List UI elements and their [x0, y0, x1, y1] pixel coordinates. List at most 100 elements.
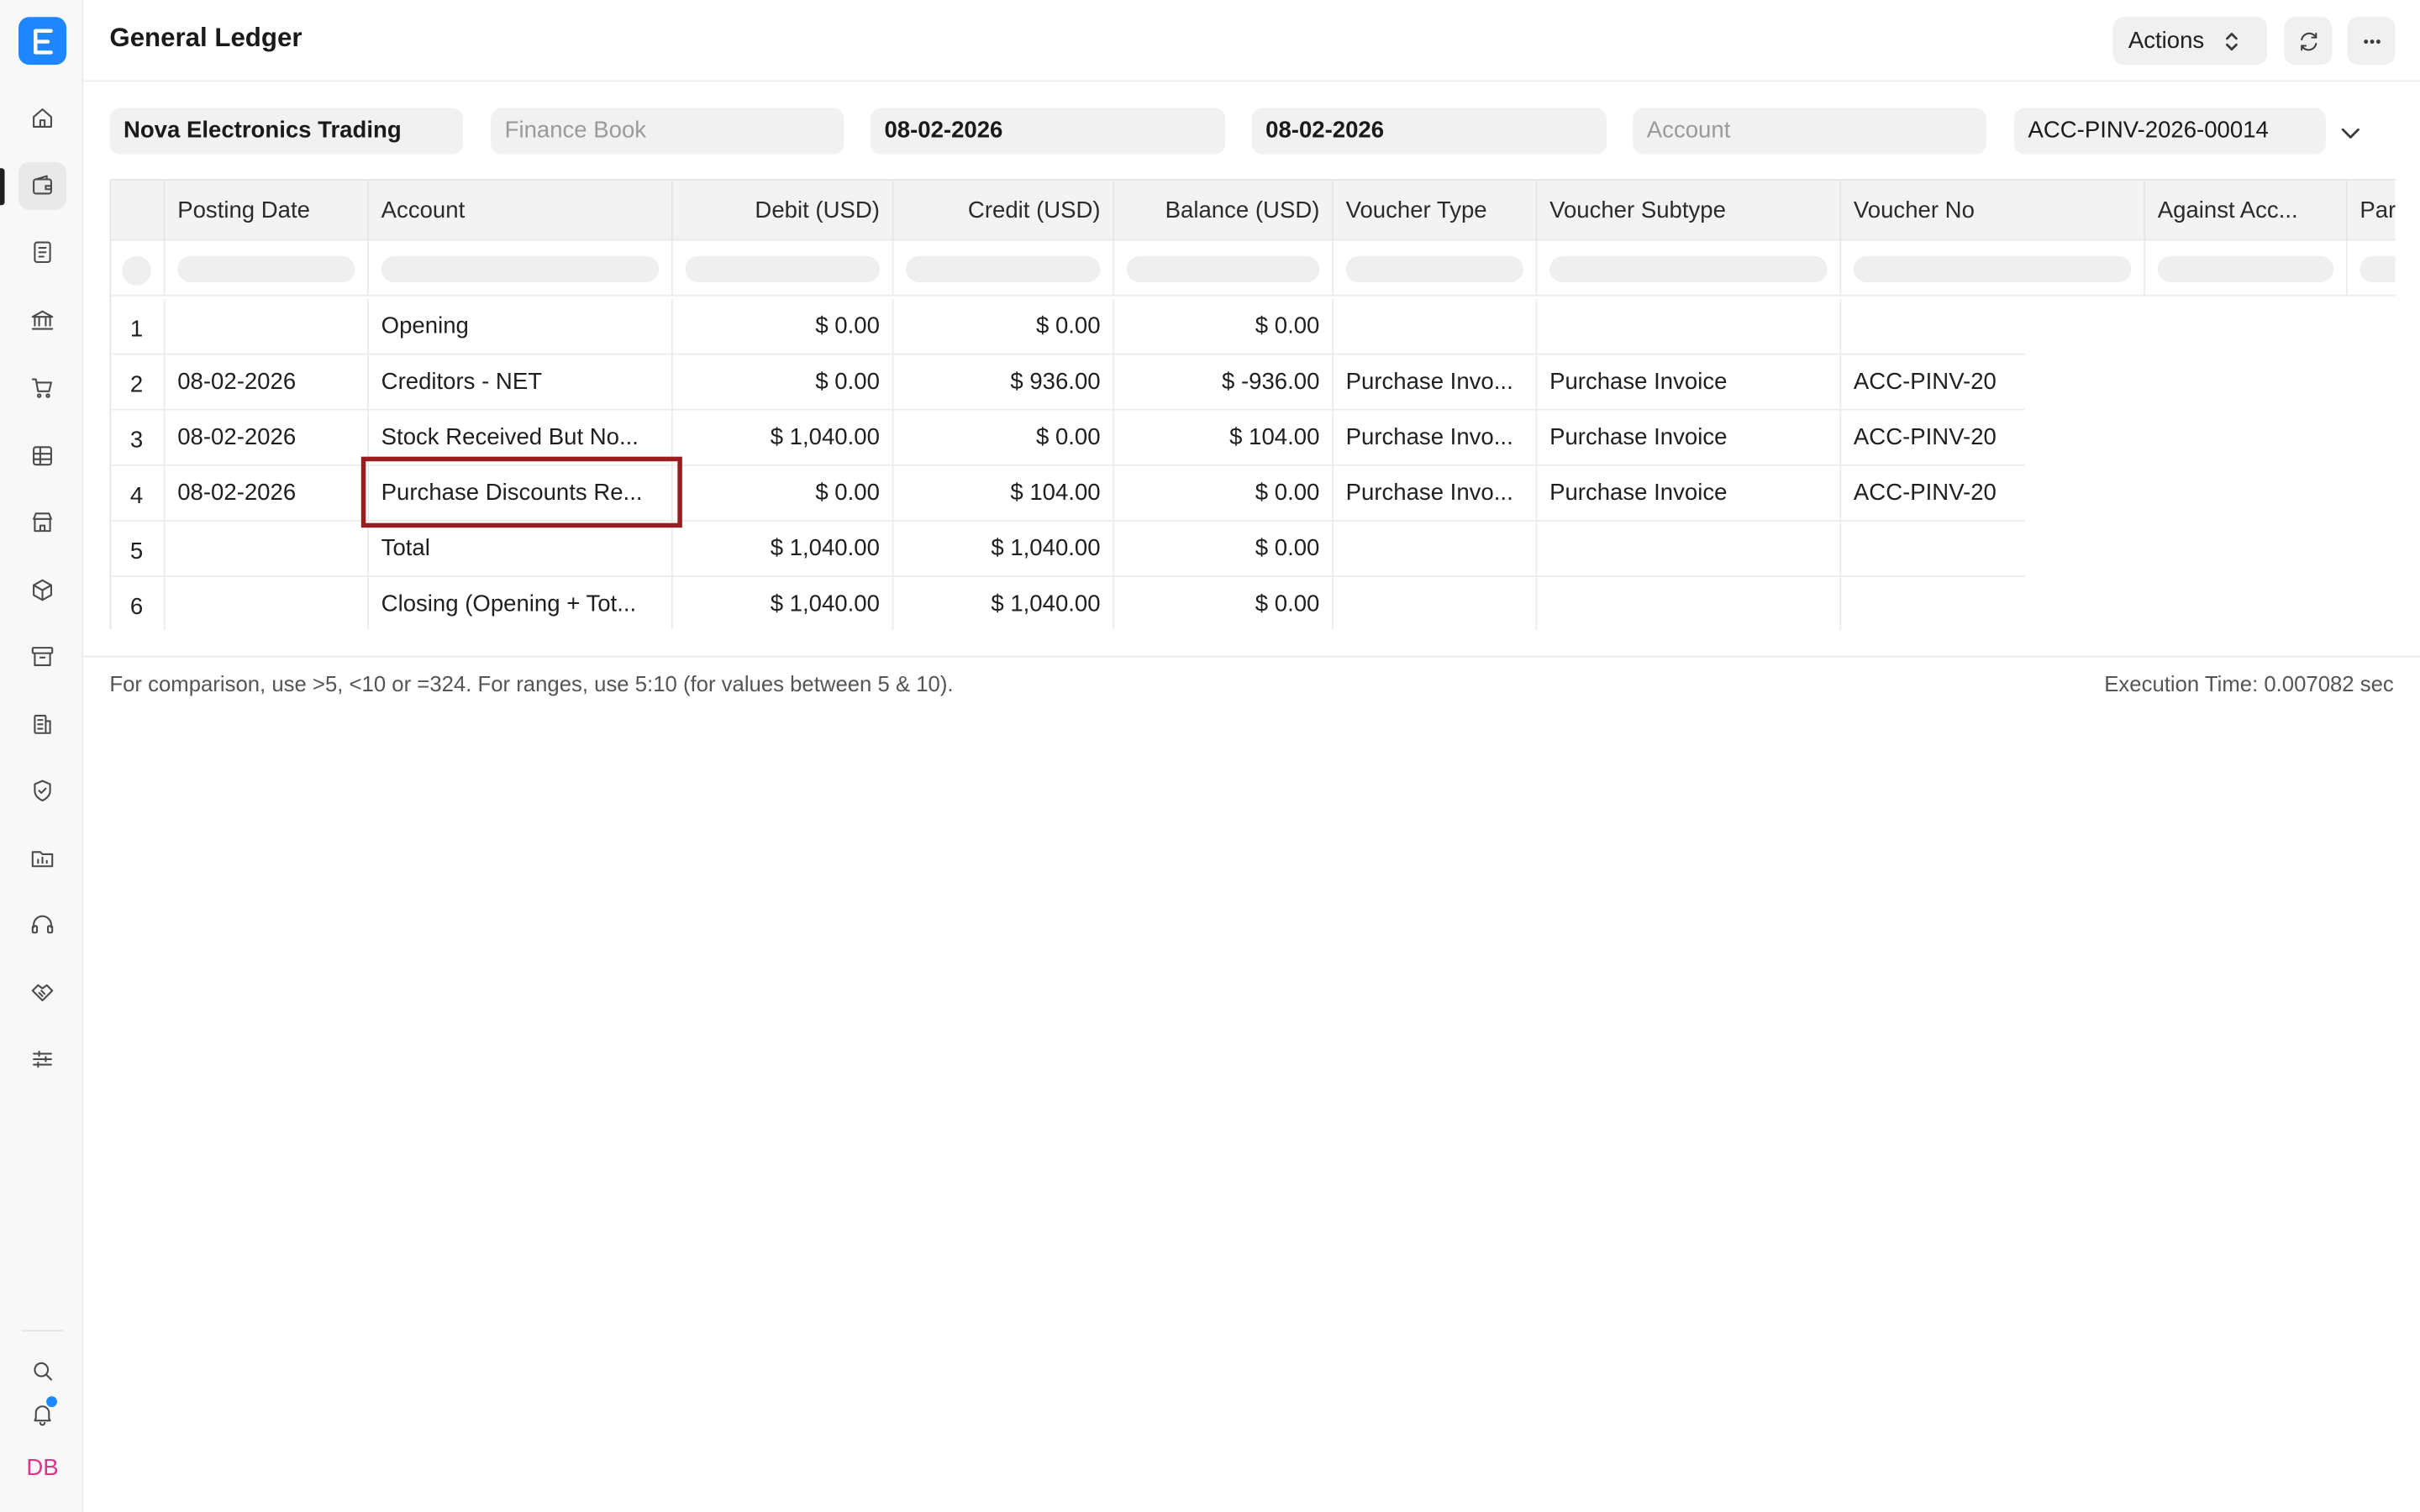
cell-credit[interactable]: $ 0.00 [893, 299, 1115, 355]
chevron-down-icon[interactable] [2338, 120, 2363, 144]
header-party[interactable]: Par [2348, 181, 2395, 242]
header-posting-date[interactable]: Posting Date [166, 180, 369, 243]
voucher-no-filter[interactable]: ACC-PINV-2026-00014 [2013, 108, 2326, 155]
cell-debit[interactable]: $ 0.00 [673, 354, 894, 411]
to-date-filter[interactable]: 08-02-2026 [1251, 108, 1607, 155]
cell-voucher-type[interactable]: Purchase Invo... [1334, 410, 1538, 466]
notifications-button[interactable] [22, 1394, 64, 1431]
cell-credit[interactable]: $ 936.00 [893, 354, 1115, 411]
cell-posting-date[interactable]: 08-02-2026 [166, 465, 369, 522]
cell-posting-date[interactable] [166, 521, 369, 577]
cell-voucher-no[interactable]: ACC-PINV-20 [1841, 411, 2025, 466]
cell-voucher-no[interactable] [1841, 522, 2025, 577]
cell-voucher-subtype[interactable]: Purchase Invoice [1537, 410, 1842, 466]
header-balance[interactable]: Balance (USD) [1114, 180, 1334, 243]
cell-voucher-type[interactable]: Purchase Invo... [1334, 354, 1538, 411]
sidebar-item-banking[interactable] [18, 297, 66, 344]
sidebar-item-support[interactable] [18, 901, 66, 949]
cell-account[interactable]: Total [369, 521, 673, 577]
filter-account[interactable] [369, 240, 673, 297]
filter-voucher-subtype[interactable] [1537, 240, 1842, 297]
filter-credit[interactable] [893, 240, 1115, 297]
filter-party[interactable] [2348, 241, 2396, 297]
sidebar-item-reports[interactable] [18, 432, 66, 480]
cell-debit[interactable]: $ 1,040.00 [673, 576, 894, 630]
more-options-button[interactable] [2347, 17, 2396, 66]
table-row[interactable]: 2 08-02-2026 Creditors - NET $ 0.00 $ 93… [109, 354, 2025, 411]
cell-balance[interactable]: $ -936.00 [1114, 354, 1334, 411]
filter-posting-date[interactable] [166, 240, 369, 297]
cell-debit[interactable]: $ 1,040.00 [673, 521, 894, 577]
table-row[interactable]: 6 Closing (Opening + Tot... $ 1,040.00 $… [109, 576, 2025, 630]
finance-book-filter[interactable]: Finance Book [491, 108, 844, 155]
cell-balance[interactable]: $ 104.00 [1114, 410, 1334, 466]
sidebar-item-accounting[interactable] [18, 161, 66, 210]
sidebar-item-quality[interactable] [18, 767, 66, 815]
sidebar-item-settings[interactable] [18, 1035, 66, 1083]
filter-checkbox[interactable] [122, 255, 152, 286]
header-credit[interactable]: Credit (USD) [893, 180, 1115, 243]
cell-debit[interactable]: $ 0.00 [673, 299, 894, 355]
filter-debit[interactable] [673, 240, 894, 297]
cell-posting-date[interactable]: 08-02-2026 [166, 354, 369, 411]
sidebar-item-selling[interactable] [18, 498, 66, 546]
from-date-filter[interactable]: 08-02-2026 [870, 108, 1226, 155]
actions-button[interactable]: Actions [2112, 17, 2268, 66]
cell-voucher-subtype[interactable] [1537, 299, 1842, 355]
cell-voucher-subtype[interactable]: Purchase Invoice [1537, 354, 1842, 411]
header-voucher-no[interactable]: Voucher No [1841, 180, 2146, 243]
sidebar-item-documents[interactable] [18, 228, 66, 276]
user-avatar[interactable]: DB [22, 1451, 64, 1488]
cell-debit[interactable]: $ 1,040.00 [673, 410, 894, 466]
header-voucher-type[interactable]: Voucher Type [1334, 180, 1538, 243]
cell-voucher-type[interactable] [1334, 299, 1538, 355]
cell-balance[interactable]: $ 0.00 [1114, 465, 1334, 522]
cell-credit[interactable]: $ 1,040.00 [893, 521, 1115, 577]
cell-balance[interactable]: $ 0.00 [1114, 299, 1334, 355]
cell-debit[interactable]: $ 0.00 [673, 465, 894, 522]
header-account[interactable]: Account [369, 180, 673, 243]
cell-account[interactable]: Opening [369, 299, 673, 355]
refresh-button[interactable] [2284, 17, 2333, 66]
cell-credit[interactable]: $ 0.00 [893, 410, 1115, 466]
sidebar-item-crm[interactable] [18, 969, 66, 1016]
cell-credit[interactable]: $ 1,040.00 [893, 576, 1115, 630]
table-row[interactable]: 5 Total $ 1,040.00 $ 1,040.00 $ 0.00 [109, 521, 2025, 577]
sidebar-item-projects[interactable] [18, 835, 66, 883]
filter-voucher-type[interactable] [1334, 240, 1538, 297]
cell-voucher-subtype[interactable] [1537, 521, 1842, 577]
cell-credit[interactable]: $ 104.00 [893, 465, 1115, 522]
app-logo[interactable] [18, 17, 66, 66]
sidebar-item-home[interactable] [18, 94, 66, 142]
cell-balance[interactable]: $ 0.00 [1114, 521, 1334, 577]
cell-voucher-no[interactable]: ACC-PINV-20 [1841, 466, 2025, 522]
cell-voucher-type[interactable]: Purchase Invo... [1334, 465, 1538, 522]
sidebar-item-buying[interactable] [18, 364, 66, 412]
filter-against-account[interactable] [2145, 240, 2348, 297]
cell-voucher-type[interactable] [1334, 521, 1538, 577]
header-against-account[interactable]: Against Acc... [2145, 180, 2348, 243]
account-filter[interactable]: Account [1633, 108, 1986, 155]
cell-balance[interactable]: $ 0.00 [1114, 576, 1334, 630]
header-debit[interactable]: Debit (USD) [673, 180, 894, 243]
cell-account[interactable]: Creditors - NET [369, 354, 673, 411]
search-button[interactable] [22, 1352, 64, 1389]
cell-voucher-no[interactable] [1841, 577, 2025, 629]
sidebar-item-assets[interactable] [18, 633, 66, 680]
cell-voucher-subtype[interactable] [1537, 576, 1842, 630]
cell-voucher-no[interactable] [1841, 299, 2025, 354]
cell-voucher-subtype[interactable]: Purchase Invoice [1537, 465, 1842, 522]
cell-posting-date[interactable] [166, 576, 369, 630]
filter-voucher-no[interactable] [1841, 240, 2146, 297]
header-voucher-subtype[interactable]: Voucher Subtype [1537, 180, 1842, 243]
company-filter[interactable]: Nova Electronics Trading [109, 108, 464, 155]
sidebar-item-manufacturing[interactable] [18, 701, 66, 748]
cell-posting-date[interactable]: 08-02-2026 [166, 410, 369, 466]
cell-account[interactable]: Closing (Opening + Tot... [369, 576, 673, 630]
cell-posting-date[interactable] [166, 299, 369, 355]
sidebar-item-stock[interactable] [18, 566, 66, 614]
filter-balance[interactable] [1114, 240, 1334, 297]
cell-voucher-type[interactable] [1334, 576, 1538, 630]
cell-voucher-no[interactable]: ACC-PINV-20 [1841, 354, 2025, 410]
table-row[interactable]: 1 Opening $ 0.00 $ 0.00 $ 0.00 [109, 299, 2025, 355]
